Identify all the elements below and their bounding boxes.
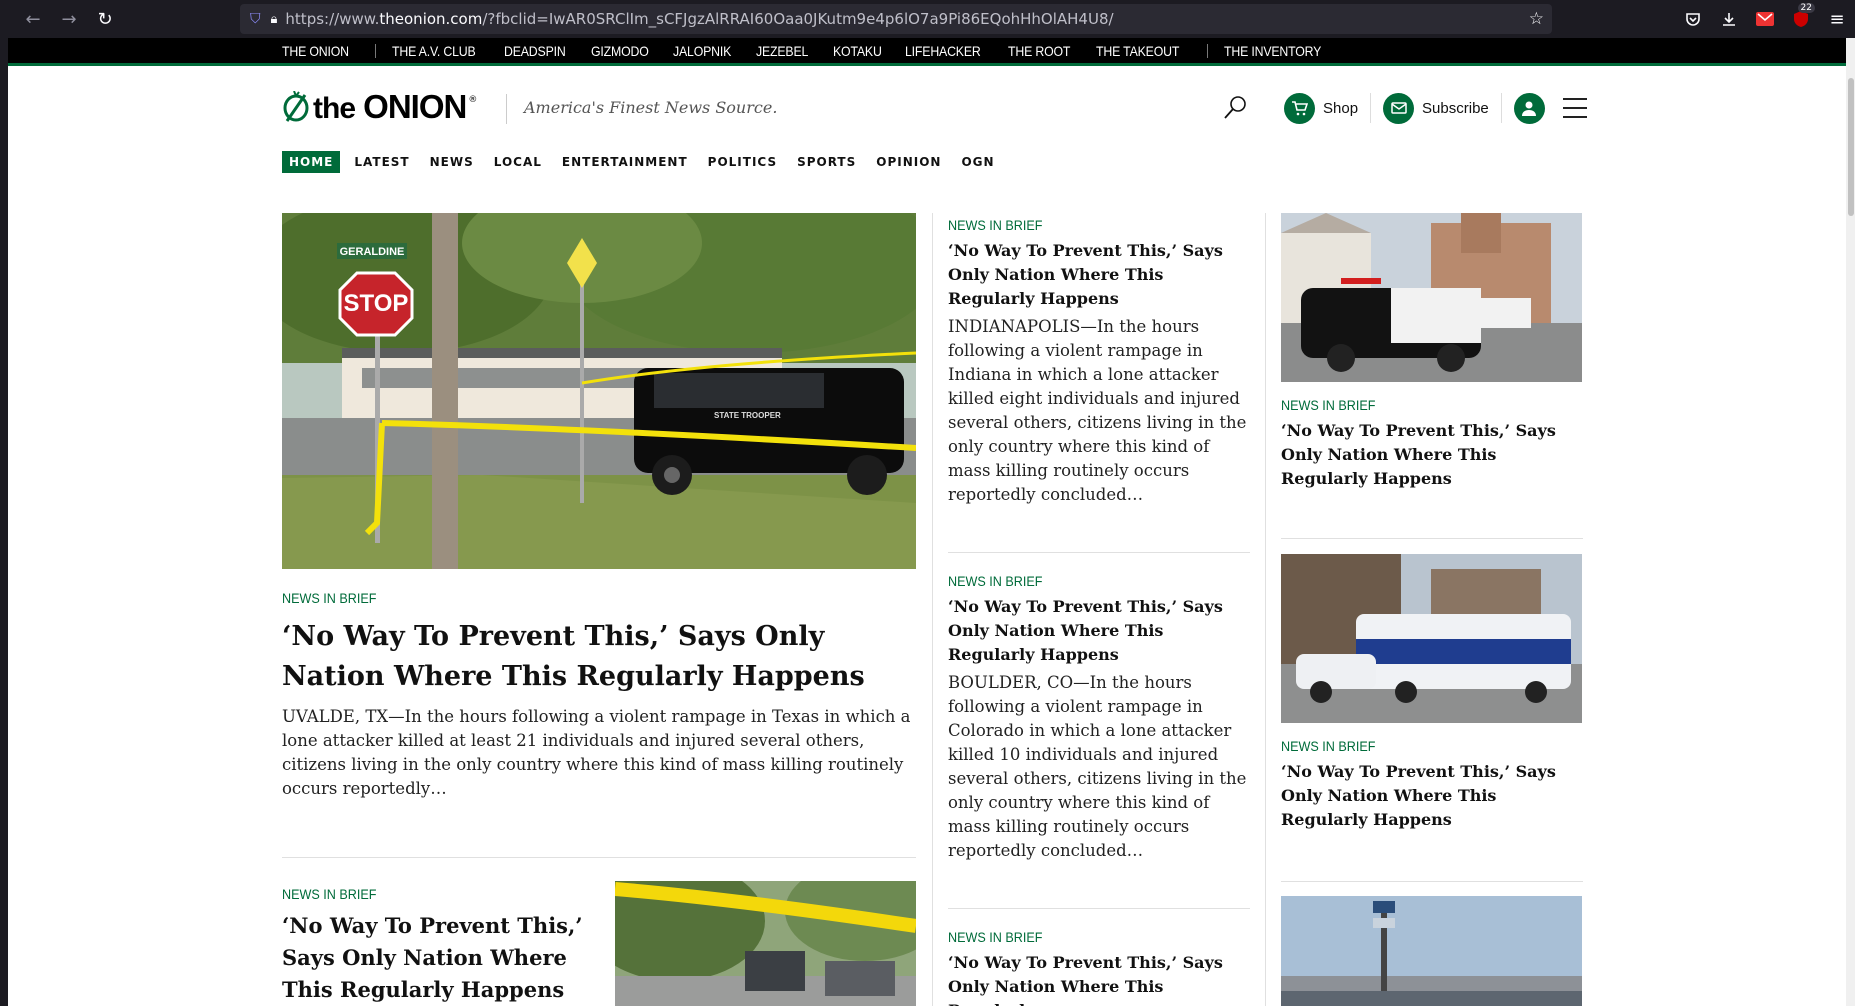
logo-wordmark: the ONION (313, 88, 467, 125)
network-link[interactable]: KOTAKU (833, 43, 882, 59)
mid-story-excerpt[interactable]: INDIANAPOLIS—In the hours following a vi… (948, 315, 1252, 507)
network-link[interactable]: THE ONION (282, 43, 349, 59)
nav-item-entertainment[interactable]: ENTERTAINMENT (562, 152, 688, 172)
tagline-divider (506, 94, 507, 124)
nav-item-news[interactable]: NEWS (430, 152, 474, 172)
network-link[interactable]: THE INVENTORY (1224, 43, 1321, 59)
shield-icon[interactable]: ⛉ (250, 11, 261, 27)
nav-item-home[interactable]: HOME (282, 151, 341, 173)
right-story-2[interactable]: NEWS IN BRIEF ‘No Way To Prevent This,’ … (1281, 738, 1583, 832)
main-story-kicker[interactable]: NEWS IN BRIEF (282, 590, 377, 606)
browser-toolbar: ← → ↻ ⛉ 🔒︎ https://www.theonion.com/?fbc… (0, 0, 1855, 38)
story-divider (948, 552, 1250, 553)
network-link[interactable]: THE ROOT (1008, 43, 1070, 59)
onion-logo-icon (283, 91, 309, 122)
network-divider (1207, 43, 1209, 58)
address-bar[interactable]: ⛉ 🔒︎ https://www.theonion.com/?fbclid=Iw… (240, 4, 1552, 34)
reload-icon[interactable]: ↻ (90, 4, 120, 34)
network-link[interactable]: GIZMODO (591, 43, 649, 59)
mid-story-2[interactable]: NEWS IN BRIEF ‘No Way To Prevent This,’ … (948, 573, 1252, 863)
window-edge (0, 38, 8, 1006)
network-link[interactable]: THE A.V. CLUB (392, 43, 476, 59)
back-arrow-icon[interactable]: ← (18, 4, 48, 34)
stop-sign-text: STOP (344, 290, 409, 317)
site-logo[interactable]: the ONION ® (281, 88, 477, 126)
street-sign-text: GERALDINE (340, 246, 405, 258)
network-link[interactable]: DEADSPIN (504, 43, 566, 59)
right-story-headline[interactable]: ‘No Way To Prevent This,’ Says Only Nati… (1281, 760, 1583, 832)
network-divider (374, 43, 376, 58)
shop-link[interactable]: Shop (1323, 100, 1358, 117)
column-divider (932, 213, 933, 1006)
shop-cart-icon[interactable] (1284, 92, 1315, 124)
network-links: THE ONION THE A.V. CLUB DEADSPIN GIZMODO JAL… (282, 38, 1352, 63)
right-story-kicker[interactable]: NEWS IN BRIEF (1281, 397, 1553, 413)
right-story-headline[interactable]: ‘No Way To Prevent This,’ Says Only Nati… (1281, 419, 1583, 491)
second-story-kicker[interactable]: NEWS IN BRIEF (282, 886, 377, 902)
hamburger-menu-icon[interactable] (1562, 98, 1587, 118)
pocket-icon[interactable] (1675, 0, 1711, 38)
second-story-headline[interactable]: ‘No Way To Prevent This,’ Says Only Nati… (282, 910, 592, 1006)
mid-story-kicker[interactable]: NEWS IN BRIEF (948, 217, 1222, 233)
header-divider (1500, 93, 1502, 123)
second-story-photo[interactable] (615, 881, 916, 1006)
mid-story-kicker[interactable]: NEWS IN BRIEF (948, 573, 1222, 589)
main-story-excerpt[interactable]: UVALDE, TX—In the hours following a viol… (282, 705, 922, 801)
network-link[interactable]: JALOPNIK (673, 43, 731, 59)
gmail-extension-icon[interactable] (1747, 0, 1783, 38)
main-story-photo[interactable]: STOP GERALDINE STATE TROOPER (282, 213, 916, 569)
column-divider (1265, 213, 1266, 1006)
subscribe-mail-icon[interactable] (1383, 92, 1415, 124)
mid-story-headline[interactable]: ‘No Way To Prevent This,’ Says Only Nati… (948, 595, 1252, 667)
scrollbar[interactable] (1846, 38, 1855, 1006)
registered-mark: ® (468, 95, 478, 105)
mid-story-headline[interactable]: ‘No Way To Prevent This,’ Says Only Nati… (948, 239, 1252, 311)
mid-story-headline[interactable]: ‘No Way To Prevent This,’ Says Only Nati… (948, 951, 1252, 1006)
download-icon[interactable] (1711, 0, 1747, 38)
mid-story-3[interactable]: NEWS IN BRIEF ‘No Way To Prevent This,’ … (948, 929, 1252, 1006)
story-divider (948, 908, 1250, 909)
nav-item-ogn[interactable]: OGN (961, 152, 994, 172)
vehicle-marking-text: STATE TROOPER (714, 411, 781, 420)
header-actions: Shop Subscribe (1220, 88, 1587, 128)
main-story-headline[interactable]: ‘No Way To Prevent This,’ Says Only Nati… (282, 617, 922, 697)
section-nav: HOME LATEST NEWS LOCAL ENTERTAINMENT POLITICS… (282, 151, 1015, 173)
scrollbar-thumb[interactable] (1848, 78, 1854, 216)
tagline: America's Finest News Source. (524, 98, 778, 117)
nav-item-local[interactable]: LOCAL (494, 152, 542, 172)
forward-arrow-icon[interactable]: → (54, 4, 84, 34)
nav-item-sports[interactable]: SPORTS (797, 152, 856, 172)
network-link[interactable]: LIFEHACKER (905, 43, 981, 59)
nav-item-latest[interactable]: LATEST (354, 152, 409, 172)
search-icon[interactable] (1220, 93, 1250, 123)
network-bar: THE ONION THE A.V. CLUB DEADSPIN GIZMODO JAL… (8, 38, 1846, 66)
url-text: https://www.theonion.com/?fbclid=IwAR0SR… (285, 10, 1114, 28)
story-divider (1281, 538, 1583, 539)
mid-story-1[interactable]: NEWS IN BRIEF ‘No Way To Prevent This,’ … (948, 217, 1252, 507)
bookmark-star-icon[interactable]: ☆ (1529, 9, 1544, 29)
header-divider (1370, 93, 1372, 123)
network-link[interactable]: THE TAKEOUT (1096, 43, 1179, 59)
right-story-1[interactable]: NEWS IN BRIEF ‘No Way To Prevent This,’ … (1281, 397, 1583, 491)
ublock-extension-icon[interactable]: 22 (1783, 0, 1819, 38)
right-story-photo[interactable] (1281, 896, 1582, 1006)
account-icon[interactable] (1513, 92, 1545, 124)
nav-item-opinion[interactable]: OPINION (876, 152, 941, 172)
right-story-kicker[interactable]: NEWS IN BRIEF (1281, 738, 1553, 754)
network-link[interactable]: JEZEBEL (756, 43, 808, 59)
extension-badge: 22 (1797, 3, 1815, 13)
right-story-photo[interactable] (1281, 213, 1582, 382)
lock-icon[interactable]: 🔒︎ (271, 12, 278, 27)
right-story-photo[interactable] (1281, 554, 1582, 723)
subscribe-link[interactable]: Subscribe (1422, 100, 1489, 117)
menu-icon[interactable]: ≡ (1819, 0, 1855, 38)
nav-item-politics[interactable]: POLITICS (708, 152, 777, 172)
story-divider (282, 857, 916, 858)
story-divider (1281, 881, 1583, 882)
mid-story-excerpt[interactable]: BOULDER, CO—In the hours following a vio… (948, 671, 1252, 863)
mid-story-kicker[interactable]: NEWS IN BRIEF (948, 929, 1222, 945)
